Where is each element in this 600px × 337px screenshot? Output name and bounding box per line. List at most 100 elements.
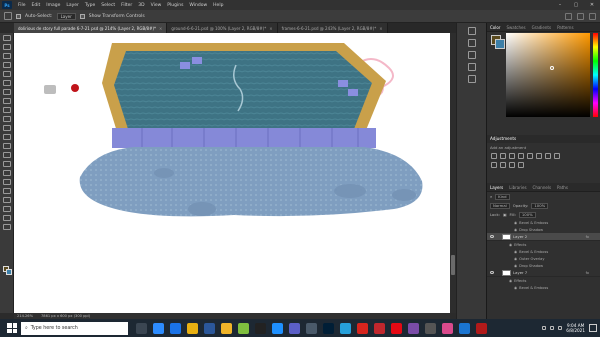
- brush-tool-icon[interactable]: [3, 107, 11, 113]
- color-picker-field[interactable]: [506, 33, 590, 117]
- share-icon[interactable]: [589, 12, 596, 20]
- network-icon[interactable]: [550, 326, 555, 330]
- search-icon[interactable]: [565, 12, 572, 20]
- volume-icon[interactable]: [558, 326, 563, 330]
- marquee-tool-icon[interactable]: [3, 44, 11, 50]
- tab-channels[interactable]: Channels: [530, 185, 555, 190]
- effect-row[interactable]: ◉ Bevel & Emboss: [487, 248, 600, 255]
- opacity-input[interactable]: 100%: [531, 202, 549, 209]
- path-select-tool-icon[interactable]: [3, 188, 11, 194]
- eye-icon[interactable]: ◉: [509, 279, 512, 283]
- fx-icon[interactable]: fx: [586, 235, 589, 239]
- taskbar-clock[interactable]: 9:04 AM 6/8/2021: [566, 323, 585, 333]
- gradient-tool-icon[interactable]: [3, 143, 11, 149]
- layer-name[interactable]: Layer 7: [513, 270, 527, 275]
- lock-icon[interactable]: ▣: [503, 212, 507, 217]
- eye-icon[interactable]: ◉: [514, 264, 517, 268]
- tab-patterns[interactable]: Patterns: [554, 25, 576, 30]
- close-tab-icon[interactable]: ×: [269, 26, 272, 31]
- mail-icon[interactable]: [170, 322, 181, 334]
- tab-document-1[interactable]: dolirious de story full parade 6-7-21 ps…: [14, 23, 168, 33]
- teams-icon[interactable]: [289, 322, 300, 334]
- menu-file[interactable]: File: [15, 3, 29, 8]
- tab-libraries[interactable]: Libraries: [506, 185, 529, 190]
- auto-select-checkbox[interactable]: [16, 13, 21, 19]
- quick-select-tool-icon[interactable]: [3, 62, 11, 68]
- auto-select-dropdown[interactable]: Layer: [56, 12, 76, 20]
- menu-layer[interactable]: Layer: [63, 3, 82, 8]
- minimize-icon[interactable]: –: [552, 2, 568, 8]
- flower-icon[interactable]: [442, 322, 453, 334]
- layer-row-layer-2[interactable]: Layer 2 fx: [487, 233, 600, 241]
- type-tool-icon[interactable]: [3, 179, 11, 185]
- tab-paths[interactable]: Paths: [554, 185, 571, 190]
- show-transform-checkbox[interactable]: [79, 13, 85, 19]
- move-tool-icon[interactable]: [3, 35, 11, 41]
- more-tools-icon[interactable]: [3, 224, 11, 230]
- terminal-icon[interactable]: [425, 322, 436, 334]
- pen-tool-icon[interactable]: [3, 170, 11, 176]
- maximize-icon[interactable]: ▢: [568, 2, 584, 8]
- fx-icon[interactable]: fx: [586, 271, 589, 275]
- hue-saturation-icon[interactable]: [536, 153, 542, 159]
- steam-icon[interactable]: [306, 322, 317, 334]
- taskbar-search-box[interactable]: ⌕ Type here to search: [21, 321, 128, 335]
- properties-icon[interactable]: [468, 39, 476, 47]
- menu-plugins[interactable]: Plugins: [164, 3, 186, 8]
- invert-icon[interactable]: [509, 162, 515, 168]
- background-color-swatch[interactable]: [6, 269, 12, 275]
- photoshop-icon[interactable]: [323, 322, 334, 334]
- shape-tool-icon[interactable]: [3, 197, 11, 203]
- layer-name[interactable]: Layer 2: [513, 234, 527, 239]
- vibrance-icon[interactable]: [527, 153, 533, 159]
- menu-image[interactable]: Image: [43, 3, 63, 8]
- menu-edit[interactable]: Edit: [29, 3, 44, 8]
- layer-row-layer-7[interactable]: Layer 7 fx: [487, 269, 600, 277]
- chevron-up-icon[interactable]: [542, 326, 547, 330]
- zoom-tool-icon[interactable]: [3, 215, 11, 221]
- tab-swatches[interactable]: Swatches: [503, 25, 528, 30]
- blur-tool-icon[interactable]: [3, 152, 11, 158]
- acrobat-icon[interactable]: [357, 322, 368, 334]
- zoom-level[interactable]: 214.26%: [17, 314, 33, 318]
- menu-3d[interactable]: 3D: [135, 3, 147, 8]
- fill-input[interactable]: 100%: [518, 211, 536, 218]
- scrollbar-thumb[interactable]: [451, 255, 455, 275]
- record-icon[interactable]: [476, 322, 487, 334]
- eye-icon[interactable]: ◉: [514, 228, 517, 232]
- eye-icon[interactable]: [490, 235, 494, 238]
- color-balance-icon[interactable]: [545, 153, 551, 159]
- color-picker-cursor[interactable]: [550, 66, 554, 70]
- levels-icon[interactable]: [500, 153, 506, 159]
- effect-row[interactable]: ◉ Outer Overlay: [487, 255, 600, 262]
- close-icon[interactable]: ✕: [584, 2, 600, 8]
- brightness-icon[interactable]: [491, 153, 497, 159]
- menu-view[interactable]: View: [148, 3, 165, 8]
- crop-tool-icon[interactable]: [3, 71, 11, 77]
- black-white-icon[interactable]: [554, 153, 560, 159]
- workspace-icon[interactable]: [577, 12, 584, 20]
- task-view-icon[interactable]: [136, 322, 147, 334]
- eye-icon[interactable]: ◉: [514, 257, 517, 261]
- panel-background-swatch[interactable]: [495, 39, 505, 49]
- word-icon[interactable]: [204, 322, 215, 334]
- character-icon[interactable]: [468, 75, 476, 83]
- clipchamp-icon[interactable]: [408, 322, 419, 334]
- tab-document-2[interactable]: ground-6-6-21.psd @ 100% (Layer 2, RGB/8…: [167, 23, 278, 33]
- brush-settings-icon[interactable]: [468, 51, 476, 59]
- clone-stamp-tool-icon[interactable]: [3, 116, 11, 122]
- effect-row[interactable]: ◉ Drop Shadow: [487, 226, 600, 233]
- windows-start-icon[interactable]: [7, 323, 17, 333]
- history-icon[interactable]: [468, 27, 476, 35]
- adjustments-title[interactable]: Adjustments: [487, 135, 600, 143]
- eye-icon[interactable]: ◉: [514, 221, 517, 225]
- healing-tool-icon[interactable]: [3, 98, 11, 104]
- posterize-icon[interactable]: [518, 162, 524, 168]
- close-tab-icon[interactable]: ×: [379, 26, 382, 31]
- canvas[interactable]: [14, 33, 450, 313]
- hand-tool-icon[interactable]: [3, 206, 11, 212]
- eye-icon[interactable]: [490, 271, 494, 274]
- exposure-icon[interactable]: [518, 153, 524, 159]
- netflix-icon[interactable]: [391, 322, 402, 334]
- notification-icon[interactable]: [589, 324, 597, 332]
